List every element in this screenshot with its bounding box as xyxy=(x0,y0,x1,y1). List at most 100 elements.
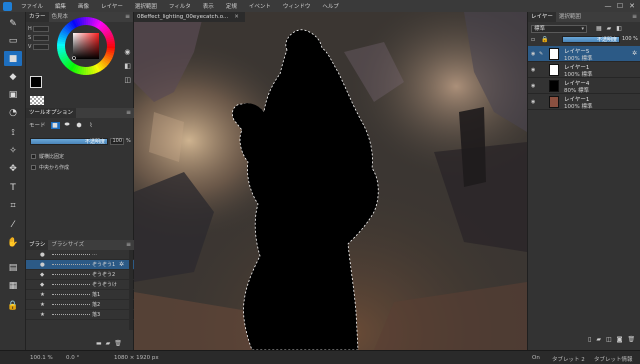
menu-image[interactable]: 画像 xyxy=(72,2,95,10)
ruler-icon[interactable]: ▤ xyxy=(4,260,22,275)
color-palette-icon[interactable]: ◫ xyxy=(124,76,131,84)
from-center-checkbox[interactable] xyxy=(31,165,36,170)
layer-row[interactable]: ◉ レイヤー4 80% 標準 xyxy=(528,78,640,94)
from-center-row[interactable]: 中央から作成 xyxy=(31,164,69,171)
brush-item[interactable]: ★ 落3 xyxy=(26,310,134,320)
brush-settings-gear-icon[interactable]: ✲ xyxy=(119,261,124,268)
layer-settings-gear-icon[interactable]: ✲ xyxy=(632,50,637,57)
tab-color[interactable]: カラー xyxy=(26,12,49,22)
brush-item-selected[interactable]: ● ぞうぞう1 ✲ xyxy=(26,260,134,270)
saturation-field[interactable] xyxy=(33,35,49,41)
rectangle-select-icon[interactable]: ■ xyxy=(4,51,22,66)
tool-opacity-input[interactable]: 100 xyxy=(110,138,124,145)
brush-tip-icon: ● xyxy=(40,252,45,258)
hue-field[interactable] xyxy=(33,26,49,32)
brush-item[interactable]: ◆ ぞうぞうけ xyxy=(26,280,134,290)
menu-ruler[interactable]: 定規 xyxy=(220,2,243,10)
color-sliders-icon[interactable]: ◧ xyxy=(124,62,131,70)
smudge-icon[interactable]: ◔ xyxy=(4,105,22,120)
keep-ratio-checkbox[interactable] xyxy=(31,154,36,159)
new-folder-icon[interactable]: ▬ xyxy=(96,340,102,347)
layer-row[interactable]: ◉ レイヤー1 100% 標準 xyxy=(528,62,640,78)
document-title: 08effect_lighting_00eyecatch.o... xyxy=(137,14,229,20)
layer-opacity-slider[interactable]: 不透明度 xyxy=(562,36,620,43)
brush-item[interactable]: ◆ ぞうぞう2 xyxy=(26,270,134,280)
brush-icon[interactable]: ✎ xyxy=(4,16,22,31)
rect-mode-icon[interactable]: ■ xyxy=(50,121,60,129)
brush-item[interactable]: ★ 落1 xyxy=(26,290,134,300)
menu-selection[interactable]: 選択範囲 xyxy=(129,2,163,10)
tab-brush-size[interactable]: ブラシサイズ xyxy=(48,240,87,250)
document-close-icon[interactable]: ✕ xyxy=(234,12,239,22)
text-icon[interactable]: T xyxy=(4,180,22,195)
menu-view[interactable]: 表示 xyxy=(197,2,220,10)
brush-item[interactable]: ● … xyxy=(26,250,134,260)
visibility-eye-icon[interactable]: ◉ xyxy=(531,83,535,89)
tablet-info-button[interactable]: タブレット情報 xyxy=(594,355,633,363)
ellipse-mode-icon[interactable]: ⬬ xyxy=(63,121,72,129)
polygon-mode-icon[interactable]: ⬢ xyxy=(75,122,84,129)
keep-ratio-row[interactable]: 縦横比固定 xyxy=(31,153,64,160)
menu-help[interactable]: ヘルプ xyxy=(316,2,345,10)
crop-icon[interactable]: ⌗ xyxy=(4,198,22,213)
delete-layer-icon[interactable]: 🗑 xyxy=(627,336,635,343)
lock-transparency-icon[interactable]: ▫ xyxy=(531,36,535,43)
visibility-eye-icon[interactable]: ◉ xyxy=(531,51,535,57)
menu-file[interactable]: ファイル xyxy=(15,2,49,10)
tab-selection-area[interactable]: 選択範囲 xyxy=(556,12,584,22)
canvas-area[interactable]: 08effect_lighting_00eyecatch.o... ✕ xyxy=(134,12,527,350)
canvas-artwork xyxy=(134,12,527,350)
camera-icon[interactable]: ◙ xyxy=(617,336,623,343)
tool-opacity-slider[interactable]: 不透明度 xyxy=(30,138,108,145)
lock-icon[interactable]: 🔒 xyxy=(4,298,22,313)
layer-mask-icon[interactable]: ◧ xyxy=(616,25,622,32)
blend-mode-select[interactable]: 標準 xyxy=(531,25,587,33)
duplicate-layer-icon[interactable]: ◫ xyxy=(606,336,612,343)
minimize-button[interactable]: — xyxy=(602,2,614,10)
close-window-button[interactable]: ✕ xyxy=(626,2,638,10)
menu-filter[interactable]: フィルタ xyxy=(163,2,197,10)
layer-row[interactable]: ◉ レイヤー1 100% 標準 xyxy=(528,94,640,110)
folder-icon[interactable]: ▰ xyxy=(106,340,111,347)
transparent-color-swatch[interactable] xyxy=(30,96,44,105)
layer-mode: 80% 標準 xyxy=(564,88,589,94)
color-mode-icon[interactable]: ◉ xyxy=(124,48,131,56)
tool-options-menu-icon[interactable]: ≡ xyxy=(126,109,131,116)
lasso-icon[interactable]: ⟟ xyxy=(4,125,22,140)
menu-layer[interactable]: レイヤー xyxy=(95,2,129,10)
color-wheel[interactable] xyxy=(56,16,116,76)
panel-menu-icon[interactable]: ≡ xyxy=(125,13,130,20)
eyedropper-icon[interactable]: ⁄ xyxy=(4,217,22,232)
foreground-color-swatch[interactable] xyxy=(30,76,42,88)
frame-icon[interactable]: ▦ xyxy=(4,278,22,293)
visibility-eye-icon[interactable]: ◉ xyxy=(531,99,535,105)
brush-panel-menu-icon[interactable]: ≡ xyxy=(126,241,131,248)
maximize-button[interactable]: ☐ xyxy=(614,2,626,10)
fill-icon[interactable]: ◆ xyxy=(4,69,22,84)
layer-opacity-value[interactable]: 100 % xyxy=(622,36,638,42)
menu-window[interactable]: ウィンドウ xyxy=(277,2,317,10)
layers-menu-icon[interactable]: ≡ xyxy=(632,13,637,20)
brush-list-scrollbar[interactable] xyxy=(129,250,133,330)
new-layer-icon[interactable]: ▯ xyxy=(588,336,591,343)
move-icon[interactable]: ✥ xyxy=(4,161,22,176)
tab-brush[interactable]: ブラシ xyxy=(26,240,49,250)
layer-grid-icon[interactable]: ▦ xyxy=(596,25,602,32)
delete-brush-icon[interactable]: 🗑 xyxy=(114,340,122,347)
layer-row-selected[interactable]: ◉ ✎ レイヤー5 100% 標準 ✲ xyxy=(528,46,640,62)
gradient-icon[interactable]: ▣ xyxy=(4,87,22,102)
menu-edit[interactable]: 編集 xyxy=(49,2,72,10)
freehand-mode-icon[interactable]: ⌇ xyxy=(87,122,96,129)
magic-wand-icon[interactable]: ✧ xyxy=(4,143,22,158)
new-folder-layer-icon[interactable]: ▰ xyxy=(596,336,601,343)
tab-layers[interactable]: レイヤー xyxy=(528,12,556,22)
layer-folder-icon[interactable]: ▰ xyxy=(607,25,612,32)
hand-icon[interactable]: ✋ xyxy=(4,235,22,250)
document-tab[interactable]: 08effect_lighting_00eyecatch.o... ✕ xyxy=(134,12,245,22)
brush-item[interactable]: ★ 落2 xyxy=(26,300,134,310)
lock-layer-icon[interactable]: 🔒 xyxy=(541,36,548,43)
visibility-eye-icon[interactable]: ◉ xyxy=(531,67,535,73)
value-field[interactable] xyxy=(33,44,49,50)
eraser-icon[interactable]: ▭ xyxy=(4,33,22,48)
menu-event[interactable]: イベント xyxy=(243,2,277,10)
